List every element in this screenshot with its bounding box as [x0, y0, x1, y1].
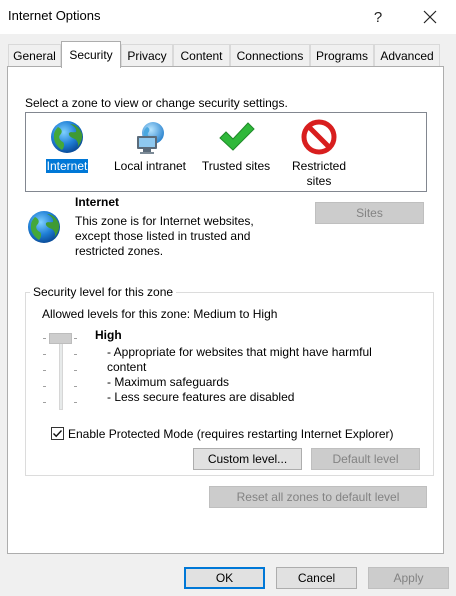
zone-label: Local intranet	[113, 159, 187, 173]
slider-tick	[43, 354, 46, 355]
tab-privacy[interactable]: Privacy	[121, 44, 173, 66]
close-button[interactable]	[414, 4, 446, 30]
security-slider-track[interactable]	[59, 334, 63, 410]
close-icon	[423, 10, 437, 24]
protected-mode-checkbox[interactable]	[51, 427, 64, 440]
zone-restricted-sites[interactable]: Restricted sites	[269, 118, 369, 189]
slider-tick	[43, 370, 46, 371]
default-level-button[interactable]: Default level	[311, 448, 420, 470]
globe-icon	[25, 208, 63, 246]
ok-button[interactable]: OK	[184, 567, 265, 589]
zone-label: Internet	[44, 158, 90, 174]
window-title: Internet Options	[8, 8, 101, 23]
slider-tick	[74, 338, 77, 339]
allowed-levels-text: Allowed levels for this zone: Medium to …	[42, 307, 278, 321]
tab-programs[interactable]: Programs	[310, 44, 374, 66]
sites-button[interactable]: Sites	[315, 202, 424, 224]
zone-prompt: Select a zone to view or change security…	[25, 96, 288, 110]
tab-advanced[interactable]: Advanced	[374, 44, 440, 66]
zone-info-title: Internet	[75, 195, 120, 209]
tab-connections[interactable]: Connections	[230, 44, 310, 66]
slider-tick	[43, 386, 46, 387]
protected-mode-label[interactable]: Enable Protected Mode (requires restarti…	[68, 427, 394, 441]
slider-tick	[43, 338, 46, 339]
level-bullet: - Maximum safeguards	[107, 375, 230, 389]
tab-content[interactable]: Content	[173, 44, 230, 66]
cancel-button[interactable]: Cancel	[276, 567, 357, 589]
checkmark-icon	[217, 118, 255, 156]
security-level-label: Security level for this zone	[30, 285, 177, 299]
tab-security[interactable]: Security	[61, 41, 121, 68]
help-button[interactable]: ?	[362, 4, 394, 30]
security-slider-thumb[interactable]	[49, 333, 72, 344]
restricted-icon	[300, 118, 338, 156]
check-icon	[53, 430, 63, 438]
globe-icon	[48, 118, 86, 156]
zone-label: Restricted sites	[291, 159, 347, 188]
tab-general[interactable]: General	[8, 44, 61, 66]
slider-tick	[74, 354, 77, 355]
zone-local-intranet[interactable]: Local intranet	[100, 118, 200, 174]
apply-button[interactable]: Apply	[368, 567, 449, 589]
slider-tick	[74, 370, 77, 371]
slider-tick	[74, 402, 77, 403]
zone-info-description: This zone is for Internet websites, exce…	[75, 214, 254, 258]
slider-tick	[43, 402, 46, 403]
level-bullet: - Appropriate for websites that might ha…	[107, 345, 372, 374]
reset-all-zones-button[interactable]: Reset all zones to default level	[209, 486, 427, 508]
intranet-icon	[131, 118, 169, 156]
level-bullet: - Less secure features are disabled	[107, 390, 295, 404]
custom-level-button[interactable]: Custom level...	[193, 448, 302, 470]
security-level-name: High	[95, 328, 122, 342]
slider-tick	[74, 386, 77, 387]
